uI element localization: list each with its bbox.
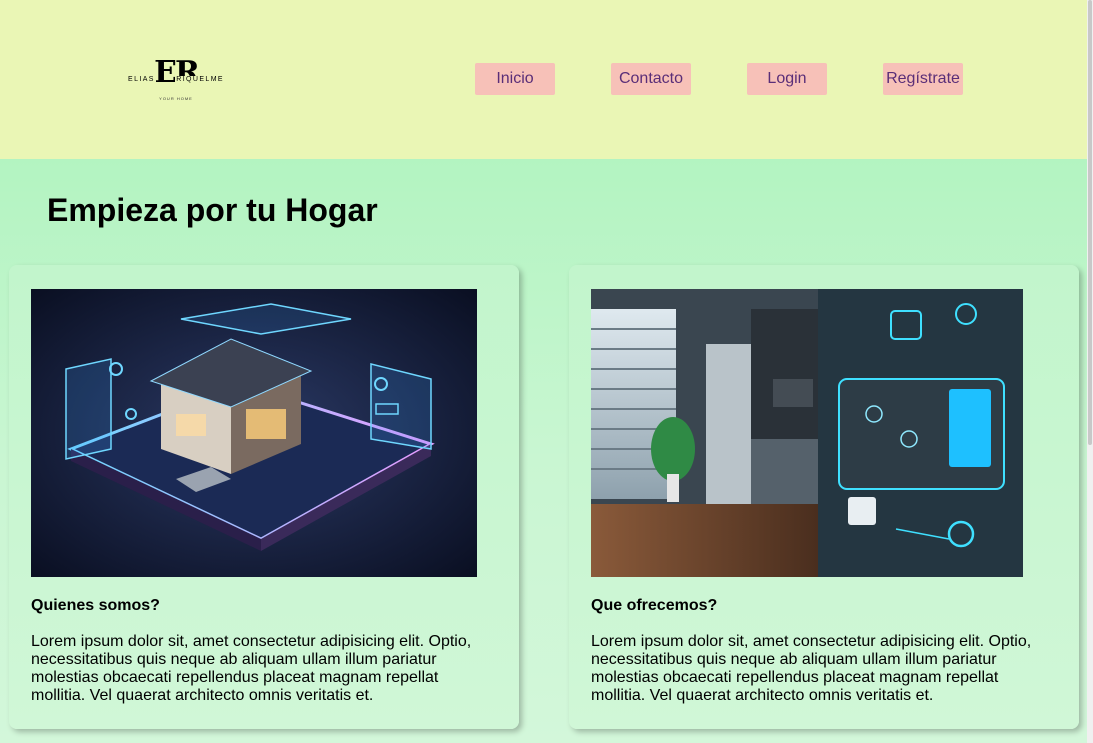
nav-inicio-button[interactable]: Inicio: [475, 63, 555, 95]
logo-last-name: RIQUELME: [175, 76, 225, 83]
brand-logo[interactable]: ER ELIAS RIQUELME YOUR HOME: [127, 58, 225, 104]
site-header: ER ELIAS RIQUELME YOUR HOME Inicio Conta…: [0, 0, 1087, 159]
nav-registrate-button[interactable]: Regístrate: [883, 63, 963, 95]
page-scrollbar[interactable]: [1087, 0, 1093, 743]
card-text: Lorem ipsum dolor sit, amet consectetur …: [31, 633, 472, 704]
main-content: Empieza por tu Hogar Quienes somos? Lore…: [0, 159, 1087, 743]
card-que-ofrecemos: Que ofrecemos? Lorem ipsum dolor sit, am…: [569, 265, 1079, 729]
smart-house-image: [31, 289, 477, 577]
page-title: Empieza por tu Hogar: [47, 192, 378, 228]
logo-monogram: ER: [154, 55, 200, 90]
logo-tagline: YOUR HOME: [159, 96, 193, 101]
scrollbar-thumb[interactable]: [1088, 0, 1092, 445]
card-quienes-somos: Quienes somos? Lorem ipsum dolor sit, am…: [9, 265, 519, 729]
card-title: Quienes somos?: [31, 597, 160, 614]
logo-first-name: ELIAS: [127, 76, 156, 83]
logo-name: ELIAS RIQUELME: [127, 76, 225, 83]
card-text: Lorem ipsum dolor sit, amet consectetur …: [591, 633, 1032, 704]
nav-contacto-button[interactable]: Contacto: [611, 63, 691, 95]
card-title: Que ofrecemos?: [591, 597, 718, 614]
smart-kitchen-image: [591, 289, 1023, 577]
nav-login-button[interactable]: Login: [747, 63, 827, 95]
